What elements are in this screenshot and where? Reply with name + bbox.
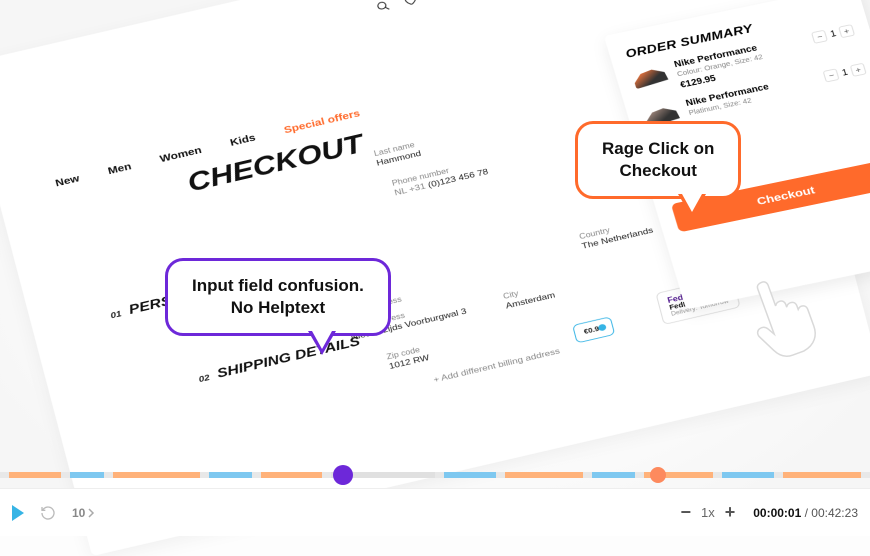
- replay-icon[interactable]: [40, 505, 56, 521]
- nav-item[interactable]: New: [54, 172, 81, 189]
- header-icons: [375, 0, 445, 13]
- page-title: CHECKOUT: [184, 128, 366, 198]
- search-icon[interactable]: [375, 0, 391, 13]
- nav-item[interactable]: Men: [107, 160, 133, 176]
- speed-minus[interactable]: −: [680, 502, 691, 523]
- chevron-right-icon: [86, 508, 96, 518]
- speed-value: 1x: [701, 505, 715, 520]
- session-replay-stage: New Men Women Kids Special offers CHECKO…: [0, 0, 870, 536]
- phone-field[interactable]: Phone number NL +31 (0)123 456 78: [391, 158, 489, 198]
- session-timeline[interactable]: [0, 472, 870, 478]
- section-num: 02: [198, 373, 211, 384]
- section-shipping: 02 SHIPPING DETAILS: [197, 334, 362, 386]
- qty-minus[interactable]: −: [823, 68, 840, 82]
- speech-tail-icon: [308, 331, 336, 355]
- ship-standard[interactable]: €0.99: [572, 316, 615, 343]
- event-marker-orange[interactable]: [650, 467, 666, 483]
- play-button[interactable]: [12, 505, 24, 521]
- nav-item[interactable]: Kids: [229, 131, 257, 148]
- bag-icon[interactable]: [429, 0, 445, 1]
- qty-stepper[interactable]: − 1 +: [823, 63, 867, 83]
- section-num: 01: [110, 310, 123, 321]
- city-field[interactable]: City Amsterdam: [502, 281, 556, 311]
- billing-toggle[interactable]: + Add different billing address: [432, 347, 561, 385]
- callout-rage-click: Rage Click on Checkout: [575, 121, 741, 199]
- speed-control: − 1x +: [680, 502, 735, 523]
- radio-selected-icon: [598, 323, 607, 331]
- country-field[interactable]: Country The Netherlands: [578, 216, 654, 251]
- event-marker-purple[interactable]: [333, 465, 353, 485]
- nav-item[interactable]: Women: [158, 144, 202, 165]
- heart-icon[interactable]: [402, 0, 418, 7]
- time-total: 00:42:23: [811, 506, 858, 520]
- product-thumb: [631, 63, 670, 89]
- skip-value: 10: [72, 506, 85, 520]
- qty-value: 1: [829, 29, 837, 39]
- qty-plus[interactable]: +: [838, 24, 855, 38]
- speed-plus[interactable]: +: [725, 502, 736, 523]
- callout-input-confusion: Input field confusion. No Helptext: [165, 258, 391, 336]
- speech-tail-icon: [678, 194, 706, 218]
- qty-minus[interactable]: −: [811, 30, 828, 44]
- qty-plus[interactable]: +: [850, 63, 867, 77]
- callout-text: Rage Click on Checkout: [602, 139, 714, 180]
- section-label: SHIPPING DETAILS: [216, 334, 362, 381]
- zip-field[interactable]: Zip code 1012 RW: [386, 344, 431, 372]
- skip-10s[interactable]: 10: [72, 506, 96, 520]
- callout-text: Input field confusion. No Helptext: [192, 276, 364, 317]
- last-name-field[interactable]: Last name Hammond: [373, 140, 422, 169]
- qty-value: 1: [841, 68, 849, 78]
- time-current: 00:00:01: [753, 506, 801, 520]
- qty-stepper[interactable]: − 1 +: [811, 24, 855, 44]
- player-bar: 10 − 1x + 00:00:01 / 00:42:23: [0, 488, 870, 536]
- time-display: 00:00:01 / 00:42:23: [753, 506, 858, 520]
